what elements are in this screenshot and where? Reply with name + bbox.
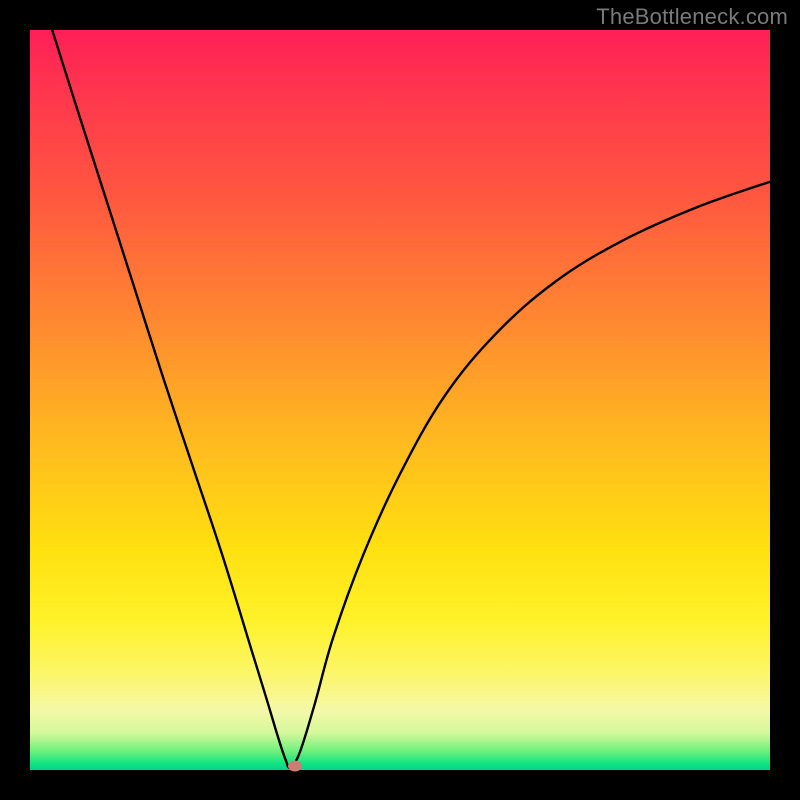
plot-area <box>30 30 770 770</box>
curve-svg <box>30 30 770 770</box>
chart-frame: TheBottleneck.com <box>0 0 800 800</box>
bottleneck-curve <box>52 30 770 768</box>
watermark-text: TheBottleneck.com <box>596 4 788 30</box>
optimum-marker <box>288 760 302 771</box>
